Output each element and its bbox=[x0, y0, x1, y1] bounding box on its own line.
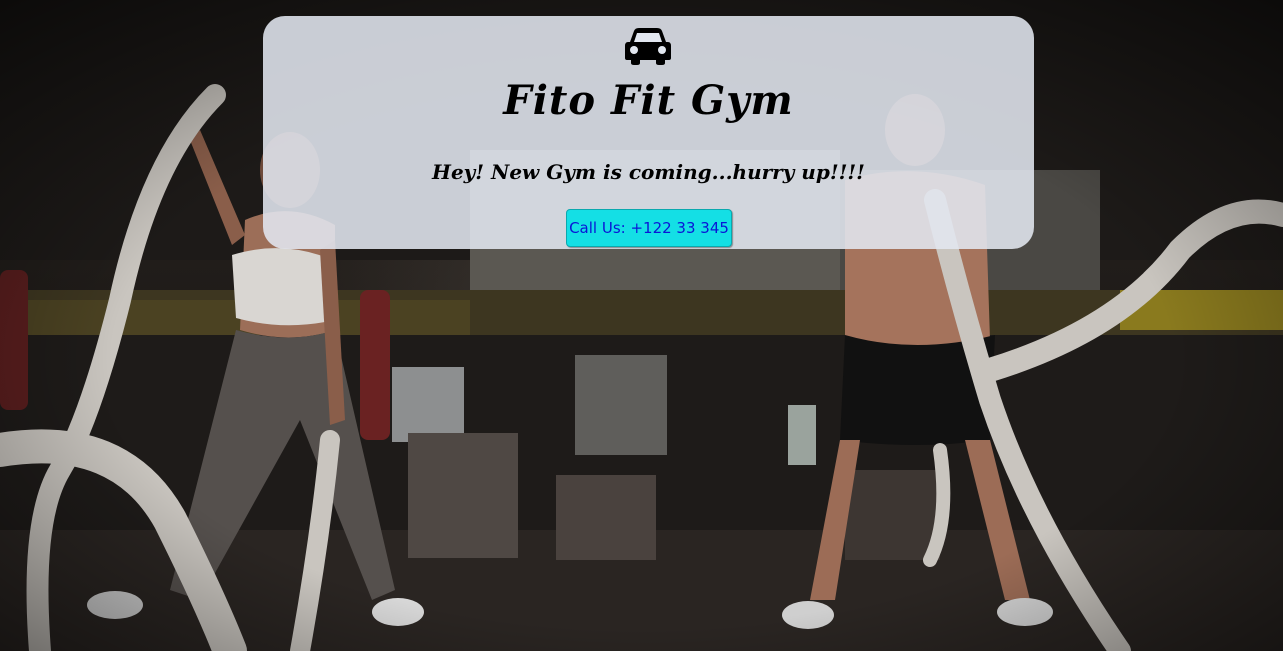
tagline: Hey! New Gym is coming...hurry up!!!! bbox=[432, 160, 865, 184]
hero-card: Fito Fit Gym Hey! New Gym is coming...hu… bbox=[263, 16, 1034, 249]
call-us-button[interactable]: Call Us: +122 33 345 bbox=[566, 209, 732, 247]
car-icon-graphic bbox=[625, 28, 671, 65]
page-title: Fito Fit Gym bbox=[503, 77, 794, 124]
car-icon bbox=[624, 27, 672, 65]
